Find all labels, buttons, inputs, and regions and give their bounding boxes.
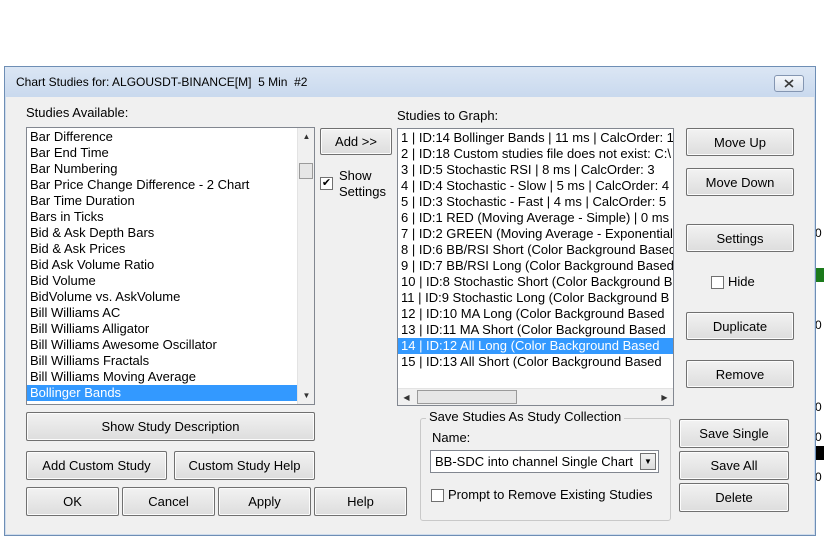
scroll-thumb[interactable]: [299, 163, 313, 179]
show-settings-line1: Show: [339, 168, 372, 183]
prompt-remove-checkbox[interactable]: [431, 489, 444, 502]
study-graph-item[interactable]: 7 | ID:2 GREEN (Moving Average - Exponen…: [398, 226, 673, 242]
study-available-item[interactable]: Bar Difference: [27, 129, 298, 145]
chevron-down-icon[interactable]: ▼: [640, 453, 656, 470]
dialog-title: Chart Studies for: ALGOUSDT-BINANCE[M] 5…: [16, 75, 308, 89]
duplicate-button[interactable]: Duplicate: [686, 312, 794, 340]
scroll-left-arrow-icon[interactable]: ◀: [398, 389, 415, 405]
remove-button[interactable]: Remove: [686, 360, 794, 388]
scroll-right-arrow-icon[interactable]: ▶: [656, 389, 673, 405]
add-study-button[interactable]: Add >>: [320, 128, 392, 155]
chart-axis-tick: 0: [815, 400, 822, 414]
study-graph-item[interactable]: 1 | ID:14 Bollinger Bands | 11 ms | Calc…: [398, 130, 673, 146]
chart-axis-tick: 0: [815, 470, 822, 484]
study-graph-item[interactable]: 3 | ID:5 Stochastic RSI | 8 ms | CalcOrd…: [398, 162, 673, 178]
prompt-remove-label: Prompt to Remove Existing Studies: [448, 487, 653, 502]
custom-study-help-button[interactable]: Custom Study Help: [174, 451, 315, 480]
settings-button[interactable]: Settings: [686, 224, 794, 252]
study-available-item[interactable]: Bid & Ask Depth Bars: [27, 225, 298, 241]
chart-studies-dialog: Chart Studies for: ALGOUSDT-BINANCE[M] 5…: [4, 66, 816, 536]
title-bar[interactable]: Chart Studies for: ALGOUSDT-BINANCE[M] 5…: [5, 67, 815, 97]
studies-available-scrollbar[interactable]: ▲ ▼: [297, 128, 314, 404]
study-graph-item[interactable]: 10 | ID:8 Stochastic Short (Color Backgr…: [398, 274, 673, 290]
studies-to-graph-hscrollbar[interactable]: ◀ ▶: [398, 388, 673, 405]
save-single-button[interactable]: Save Single: [679, 419, 789, 448]
chart-axis-tick: 0: [815, 430, 822, 444]
show-settings-checkbox[interactable]: ✔: [320, 177, 333, 190]
study-available-item[interactable]: BidVolume vs. AskVolume: [27, 289, 298, 305]
show-settings-line2: Settings: [339, 184, 386, 199]
study-graph-item[interactable]: 11 | ID:9 Stochastic Long (Color Backgro…: [398, 290, 673, 306]
hide-label: Hide: [728, 274, 755, 289]
move-down-button[interactable]: Move Down: [686, 168, 794, 196]
study-available-item[interactable]: Bill Williams AC: [27, 305, 298, 321]
hide-checkbox[interactable]: [711, 276, 724, 289]
scroll-down-arrow-icon[interactable]: ▼: [298, 387, 314, 404]
collection-name-value: BB-SDC into channel Single Chart: [435, 454, 633, 469]
study-available-item[interactable]: Bar Time Duration: [27, 193, 298, 209]
studies-to-graph-label: Studies to Graph:: [397, 108, 499, 123]
study-available-item[interactable]: Bollinger Bands: [27, 385, 298, 401]
studies-available-label: Studies Available:: [26, 105, 129, 120]
study-graph-item[interactable]: 14 | ID:12 All Long (Color Background Ba…: [398, 338, 673, 354]
scroll-up-arrow-icon[interactable]: ▲: [298, 128, 314, 145]
study-collection-title: Save Studies As Study Collection: [426, 409, 625, 424]
study-graph-item[interactable]: 6 | ID:1 RED (Moving Average - Simple) |…: [398, 210, 673, 226]
study-available-item[interactable]: Bill Williams Alligator: [27, 321, 298, 337]
study-graph-item[interactable]: 5 | ID:3 Stochastic - Fast | 4 ms | Calc…: [398, 194, 673, 210]
study-graph-item[interactable]: 8 | ID:6 BB/RSI Short (Color Background …: [398, 242, 673, 258]
study-available-item[interactable]: Bid & Ask Prices: [27, 241, 298, 257]
apply-button[interactable]: Apply: [218, 487, 311, 516]
collection-name-label: Name:: [432, 430, 471, 445]
move-up-button[interactable]: Move Up: [686, 128, 794, 156]
hscroll-thumb[interactable]: [417, 390, 517, 404]
close-button[interactable]: [774, 75, 804, 92]
delete-button[interactable]: Delete: [679, 483, 789, 512]
show-settings-label: Show Settings: [339, 168, 386, 200]
study-graph-item[interactable]: 4 | ID:4 Stochastic - Slow | 5 ms | Calc…: [398, 178, 673, 194]
study-available-item[interactable]: Bid Ask Volume Ratio: [27, 257, 298, 273]
study-available-item[interactable]: Bar End Time: [27, 145, 298, 161]
studies-available-list[interactable]: Bar Difference Bar End Time Bar Numbering B…: [26, 127, 315, 405]
study-graph-item[interactable]: 2 | ID:18 Custom studies file does not e…: [398, 146, 673, 162]
close-icon: [784, 79, 794, 88]
add-custom-study-button[interactable]: Add Custom Study: [26, 451, 167, 480]
study-graph-item[interactable]: 9 | ID:7 BB/RSI Long (Color Background B…: [398, 258, 673, 274]
chart-axis-tick: 0: [815, 318, 822, 332]
study-available-item[interactable]: Bill Williams Awesome Oscillator: [27, 337, 298, 353]
studies-to-graph-list[interactable]: 1 | ID:14 Bollinger Bands | 11 ms | Calc…: [397, 128, 674, 406]
save-all-button[interactable]: Save All: [679, 451, 789, 480]
study-available-item[interactable]: Bar Numbering: [27, 161, 298, 177]
chart-axis-tick: 0: [815, 226, 822, 240]
study-graph-item[interactable]: 13 | ID:11 MA Short (Color Background Ba…: [398, 322, 673, 338]
study-available-item[interactable]: Bill Williams Fractals: [27, 353, 298, 369]
study-available-item[interactable]: Bars in Ticks: [27, 209, 298, 225]
study-graph-item[interactable]: 12 | ID:10 MA Long (Color Background Bas…: [398, 306, 673, 322]
collection-name-combo[interactable]: BB-SDC into channel Single Chart ▼: [430, 450, 659, 473]
help-button[interactable]: Help: [314, 487, 407, 516]
cancel-button[interactable]: Cancel: [122, 487, 215, 516]
study-graph-item[interactable]: 15 | ID:13 All Short (Color Background B…: [398, 354, 673, 370]
ok-button[interactable]: OK: [26, 487, 119, 516]
study-available-item[interactable]: Bid Volume: [27, 273, 298, 289]
study-available-item[interactable]: Bar Price Change Difference - 2 Chart: [27, 177, 298, 193]
study-available-item[interactable]: Bill Williams Moving Average: [27, 369, 298, 385]
show-study-description-button[interactable]: Show Study Description: [26, 412, 315, 441]
